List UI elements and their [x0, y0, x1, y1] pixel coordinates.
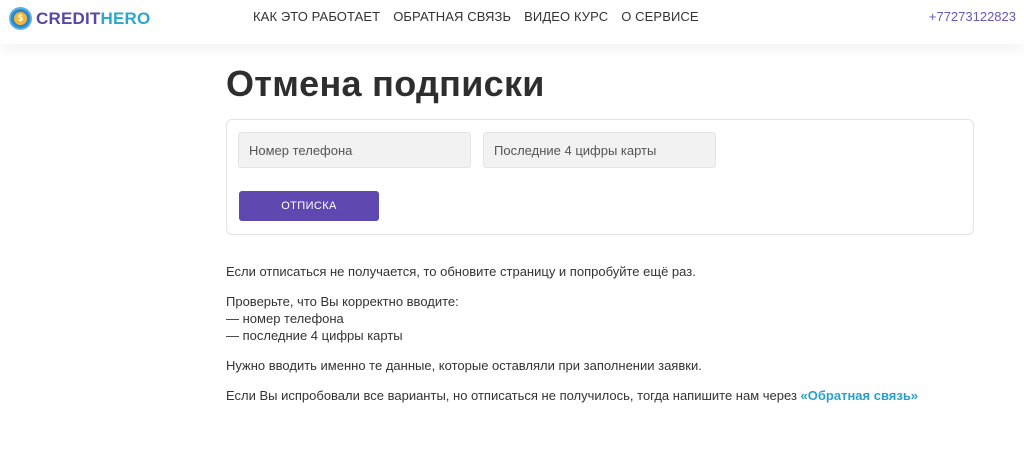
phone-link[interactable]: +77273122823	[929, 9, 1016, 24]
nav-about[interactable]: О СЕРВИСЕ	[621, 9, 698, 24]
check-input-hint: Проверьте, что Вы корректно вводите: — н…	[226, 293, 986, 344]
logo[interactable]: $ CREDITHERO	[9, 7, 150, 30]
nav-video-course[interactable]: ВИДЕО КУРС	[524, 9, 608, 24]
refresh-hint: Если отписаться не получается, то обнови…	[226, 264, 696, 279]
help-text: Если отписаться не получается, то обнови…	[226, 263, 986, 404]
same-data-hint: Нужно вводить именно те данные, которые …	[226, 358, 702, 373]
nav-feedback[interactable]: ОБРАТНАЯ СВЯЗЬ	[393, 9, 511, 24]
logo-credit-text: CREDIT	[36, 9, 101, 28]
unsubscribe-button[interactable]: ОТПИСКА	[239, 191, 379, 221]
logo-hero-text: HERO	[100, 9, 151, 28]
check-input-item-card: — последние 4 цифры карты	[226, 328, 403, 343]
check-input-item-phone: — номер телефона	[226, 311, 344, 326]
check-input-heading: Проверьте, что Вы корректно вводите:	[226, 294, 459, 309]
coin-icon: $	[9, 7, 32, 30]
contact-hint-text: Если Вы испробовали все варианты, но отп…	[226, 388, 801, 403]
main-nav: КАК ЭТО РАБОТАЕТ ОБРАТНАЯ СВЯЗЬ ВИДЕО КУ…	[253, 9, 712, 24]
logo-wordmark: CREDITHERO	[36, 10, 150, 27]
nav-how-it-works[interactable]: КАК ЭТО РАБОТАЕТ	[253, 9, 380, 24]
page-title: Отмена подписки	[226, 63, 545, 104]
card-last4-input[interactable]	[483, 132, 716, 168]
contact-hint: Если Вы испробовали все варианты, но отп…	[226, 387, 986, 404]
site-header: $ CREDITHERO КАК ЭТО РАБОТАЕТ ОБРАТНАЯ С…	[0, 0, 1024, 44]
dollar-coin: $	[14, 12, 27, 25]
feedback-link[interactable]: «Обратная связь»	[801, 388, 919, 403]
phone-number-input[interactable]	[238, 132, 471, 168]
unsubscribe-form: ОТПИСКА	[226, 119, 974, 235]
